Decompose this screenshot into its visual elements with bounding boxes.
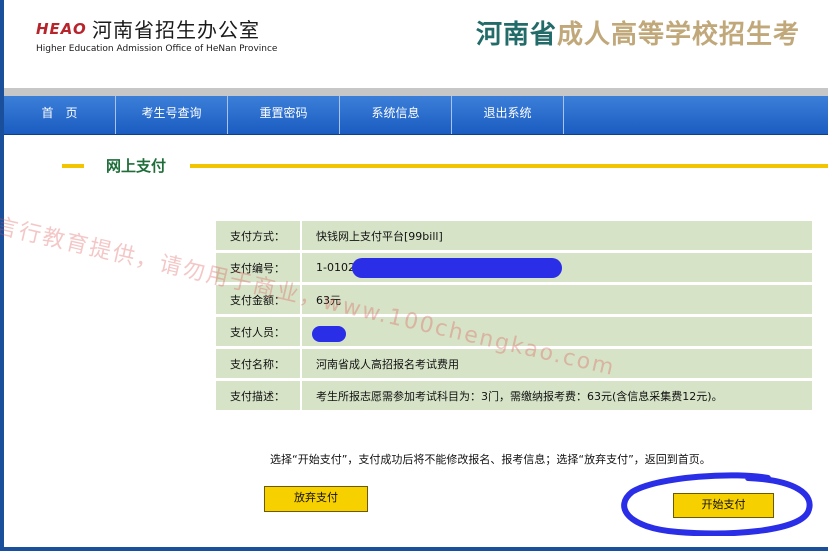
nav-system-info[interactable]: 系统信息 [340, 96, 452, 134]
main-nav: 首 页 考生号查询 重置密码 系统信息 退出系统 [4, 96, 828, 135]
redaction-mark-payment-number [352, 258, 562, 278]
system-title-rest: 成人高等学校招生考 [557, 20, 801, 50]
payment-number-label: 支付编号： [216, 253, 302, 282]
nav-home[interactable]: 首 页 [4, 96, 116, 134]
office-name-english: Higher Education Admission Office of HeN… [36, 44, 278, 54]
payment-notice: 选择“开始支付”，支付成功后将不能修改报名、报考信息；选择“放弃支付”，返回到首… [270, 453, 711, 466]
system-title-province: 河南省 [476, 20, 558, 50]
payer-label: 支付人员： [216, 317, 302, 346]
bottom-border [4, 547, 828, 551]
payment-method-value: 快钱网上支付平台[99bill] [302, 221, 812, 250]
payer-value [302, 317, 812, 346]
payment-name-value: 河南省成人高招报名考试费用 [302, 349, 812, 378]
nav-candidate-number-query[interactable]: 考生号查询 [116, 96, 228, 134]
table-row: 支付名称： 河南省成人高招报名考试费用 [216, 349, 812, 378]
payment-amount-label: 支付金额： [216, 285, 302, 314]
table-row: 支付描述： 考生所报志愿需参加考试科目为：3门，需缴纳报考费：63元(含信息采集… [216, 381, 812, 410]
redaction-mark-payer [312, 326, 346, 342]
start-payment-button[interactable]: 开始支付 [673, 493, 774, 518]
table-row: 支付人员： [216, 317, 812, 346]
payment-description-label: 支付描述： [216, 381, 302, 410]
table-row: 支付方式： 快钱网上支付平台[99bill] [216, 221, 812, 250]
payment-description-value: 考生所报志愿需参加考试科目为：3门，需缴纳报考费：63元(含信息采集费12元)。 [302, 381, 812, 410]
nav-logout[interactable]: 退出系统 [452, 96, 564, 134]
header-divider [4, 88, 828, 96]
payment-method-label: 支付方式： [216, 221, 302, 250]
heao-logo: HEAO [36, 20, 87, 38]
payment-name-label: 支付名称： [216, 349, 302, 378]
abandon-payment-button[interactable]: 放弃支付 [264, 486, 368, 512]
header: HEAO 河南省招生办公室 Higher Education Admission… [4, 0, 828, 88]
section-title: 网上支付 [106, 157, 167, 175]
payment-amount-value: 63元 [302, 285, 812, 314]
table-row: 支付金额： 63元 [216, 285, 812, 314]
system-title: 河南省成人高等学校招生考 [476, 18, 800, 52]
nav-reset-password[interactable]: 重置密码 [228, 96, 340, 134]
section-bar-right [190, 164, 828, 168]
section-bar-left [62, 164, 84, 168]
payment-info-table: 支付方式： 快钱网上支付平台[99bill] 支付编号： 1-0102 支付金额… [216, 218, 812, 413]
section-header: 网上支付 [62, 153, 828, 179]
office-name: 河南省招生办公室 [92, 18, 260, 42]
